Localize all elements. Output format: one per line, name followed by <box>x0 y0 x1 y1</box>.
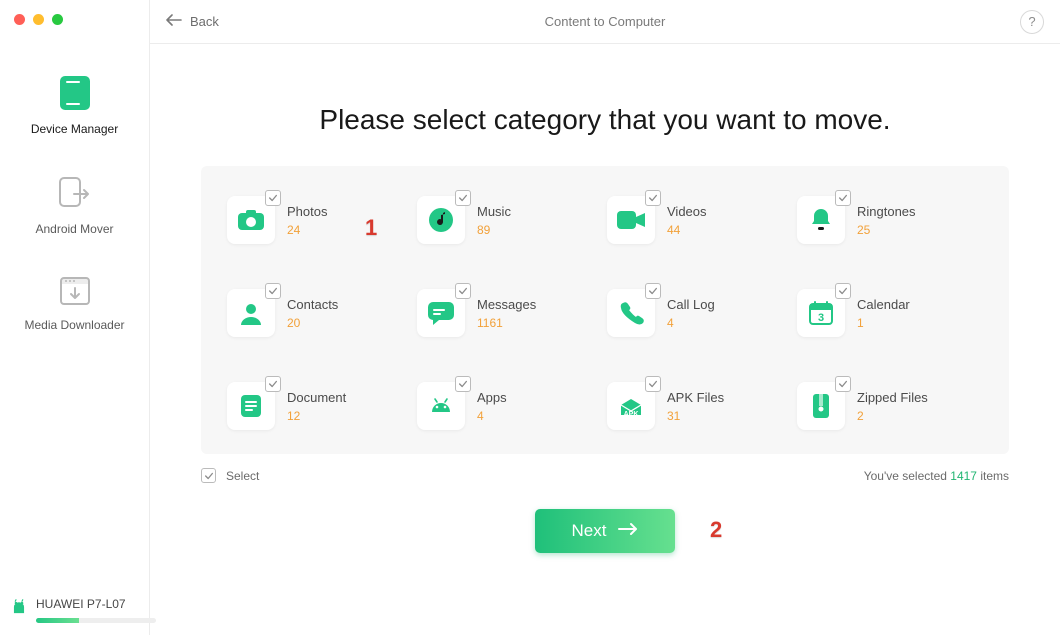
category-count: 4 <box>667 316 715 330</box>
android-icon <box>417 382 465 430</box>
category-name: Messages <box>477 297 536 312</box>
category-name: APK Files <box>667 390 724 405</box>
top-bar: Back Content to Computer ? <box>150 0 1060 44</box>
category-name: Contacts <box>287 297 338 312</box>
category-count: 4 <box>477 409 507 423</box>
category-checkbox[interactable] <box>835 283 851 299</box>
category-checkbox[interactable] <box>455 376 471 392</box>
arrow-right-icon <box>618 521 638 541</box>
category-count: 1 <box>857 316 910 330</box>
category-name: Apps <box>477 390 507 405</box>
window-traffic-lights <box>14 14 63 25</box>
category-checkbox[interactable] <box>835 376 851 392</box>
category-apps[interactable]: Apps 4 <box>417 382 603 430</box>
category-count: 24 <box>287 223 327 237</box>
category-count: 44 <box>667 223 707 237</box>
next-button[interactable]: Next <box>535 509 675 553</box>
apk-icon: APK <box>607 382 655 430</box>
document-icon <box>227 382 275 430</box>
maximize-window-icon[interactable] <box>52 14 63 25</box>
media-downloader-icon <box>0 276 149 306</box>
zip-icon <box>797 382 845 430</box>
sidebar-item-label: Media Downloader <box>0 318 149 332</box>
sidebar-item-media-downloader[interactable]: Media Downloader <box>0 266 149 362</box>
back-button[interactable]: Back <box>166 14 219 29</box>
category-document[interactable]: Document 12 <box>227 382 413 430</box>
svg-text:APK: APK <box>624 411 639 418</box>
category-photos[interactable]: Photos 24 <box>227 196 413 244</box>
category-count: 89 <box>477 223 511 237</box>
category-name: Zipped Files <box>857 390 928 405</box>
sidebar-item-android-mover[interactable]: Android Mover <box>0 166 149 266</box>
sidebar: Device Manager Android Mover Media Downl… <box>0 0 150 635</box>
category-ringtones[interactable]: Ringtones 25 <box>797 196 983 244</box>
back-label: Back <box>190 14 219 29</box>
android-device-icon <box>10 599 28 622</box>
select-all-label: Select <box>226 469 259 483</box>
minimize-window-icon[interactable] <box>33 14 44 25</box>
message-icon <box>417 289 465 337</box>
calendar-icon: 3 <box>797 289 845 337</box>
category-calendar[interactable]: 3 Calendar 1 <box>797 289 983 337</box>
category-videos[interactable]: Videos 44 <box>607 196 793 244</box>
video-icon <box>607 196 655 244</box>
svg-text:3: 3 <box>818 312 824 324</box>
category-checkbox[interactable] <box>645 283 661 299</box>
device-manager-icon <box>0 76 149 110</box>
category-count: 12 <box>287 409 346 423</box>
category-checkbox[interactable] <box>265 283 281 299</box>
android-mover-icon <box>0 176 149 210</box>
device-status-bar[interactable]: HUAWEI P7-L07 <box>0 585 149 635</box>
category-contacts[interactable]: Contacts 20 <box>227 289 413 337</box>
headline: Please select category that you want to … <box>319 104 890 136</box>
storage-bar <box>36 618 156 623</box>
sidebar-item-label: Device Manager <box>0 122 149 136</box>
category-count: 1161 <box>477 316 536 330</box>
category-messages[interactable]: Messages 1161 <box>417 289 603 337</box>
category-checkbox[interactable] <box>645 190 661 206</box>
next-label: Next <box>572 521 607 541</box>
category-name: Videos <box>667 204 707 219</box>
category-name: Photos <box>287 204 327 219</box>
device-name-label: HUAWEI P7-L07 <box>36 597 156 611</box>
category-name: Music <box>477 204 511 219</box>
sidebar-item-device-manager[interactable]: Device Manager <box>0 66 149 166</box>
category-apk-files[interactable]: APK APK Files 31 <box>607 382 793 430</box>
arrow-left-icon <box>166 14 182 29</box>
help-icon: ? <box>1028 14 1035 29</box>
category-count: 31 <box>667 409 724 423</box>
category-checkbox[interactable] <box>645 376 661 392</box>
music-note-icon <box>417 196 465 244</box>
close-window-icon[interactable] <box>14 14 25 25</box>
category-grid: Photos24Music89Videos44Ringtones25Contac… <box>201 166 1009 454</box>
category-count: 2 <box>857 409 928 423</box>
phone-icon <box>607 289 655 337</box>
sidebar-item-label: Android Mover <box>0 222 149 236</box>
main-content: Back Content to Computer ? Please select… <box>150 0 1060 635</box>
category-checkbox[interactable] <box>455 190 471 206</box>
category-count: 25 <box>857 223 916 237</box>
camera-icon <box>227 196 275 244</box>
checkbox-icon <box>201 468 216 483</box>
category-checkbox[interactable] <box>455 283 471 299</box>
category-checkbox[interactable] <box>265 376 281 392</box>
select-all-checkbox[interactable]: Select <box>201 468 259 483</box>
category-name: Ringtones <box>857 204 916 219</box>
help-button[interactable]: ? <box>1020 10 1044 34</box>
selected-summary: You've selected 1417 items <box>864 469 1009 483</box>
annotation-2: 2 <box>710 517 722 543</box>
bell-icon <box>797 196 845 244</box>
category-name: Call Log <box>667 297 715 312</box>
category-checkbox[interactable] <box>265 190 281 206</box>
category-music[interactable]: Music 89 <box>417 196 603 244</box>
page-title: Content to Computer <box>545 14 666 29</box>
category-name: Document <box>287 390 346 405</box>
category-call-log[interactable]: Call Log 4 <box>607 289 793 337</box>
category-zipped-files[interactable]: Zipped Files 2 <box>797 382 983 430</box>
category-name: Calendar <box>857 297 910 312</box>
contact-icon <box>227 289 275 337</box>
category-count: 20 <box>287 316 338 330</box>
category-checkbox[interactable] <box>835 190 851 206</box>
